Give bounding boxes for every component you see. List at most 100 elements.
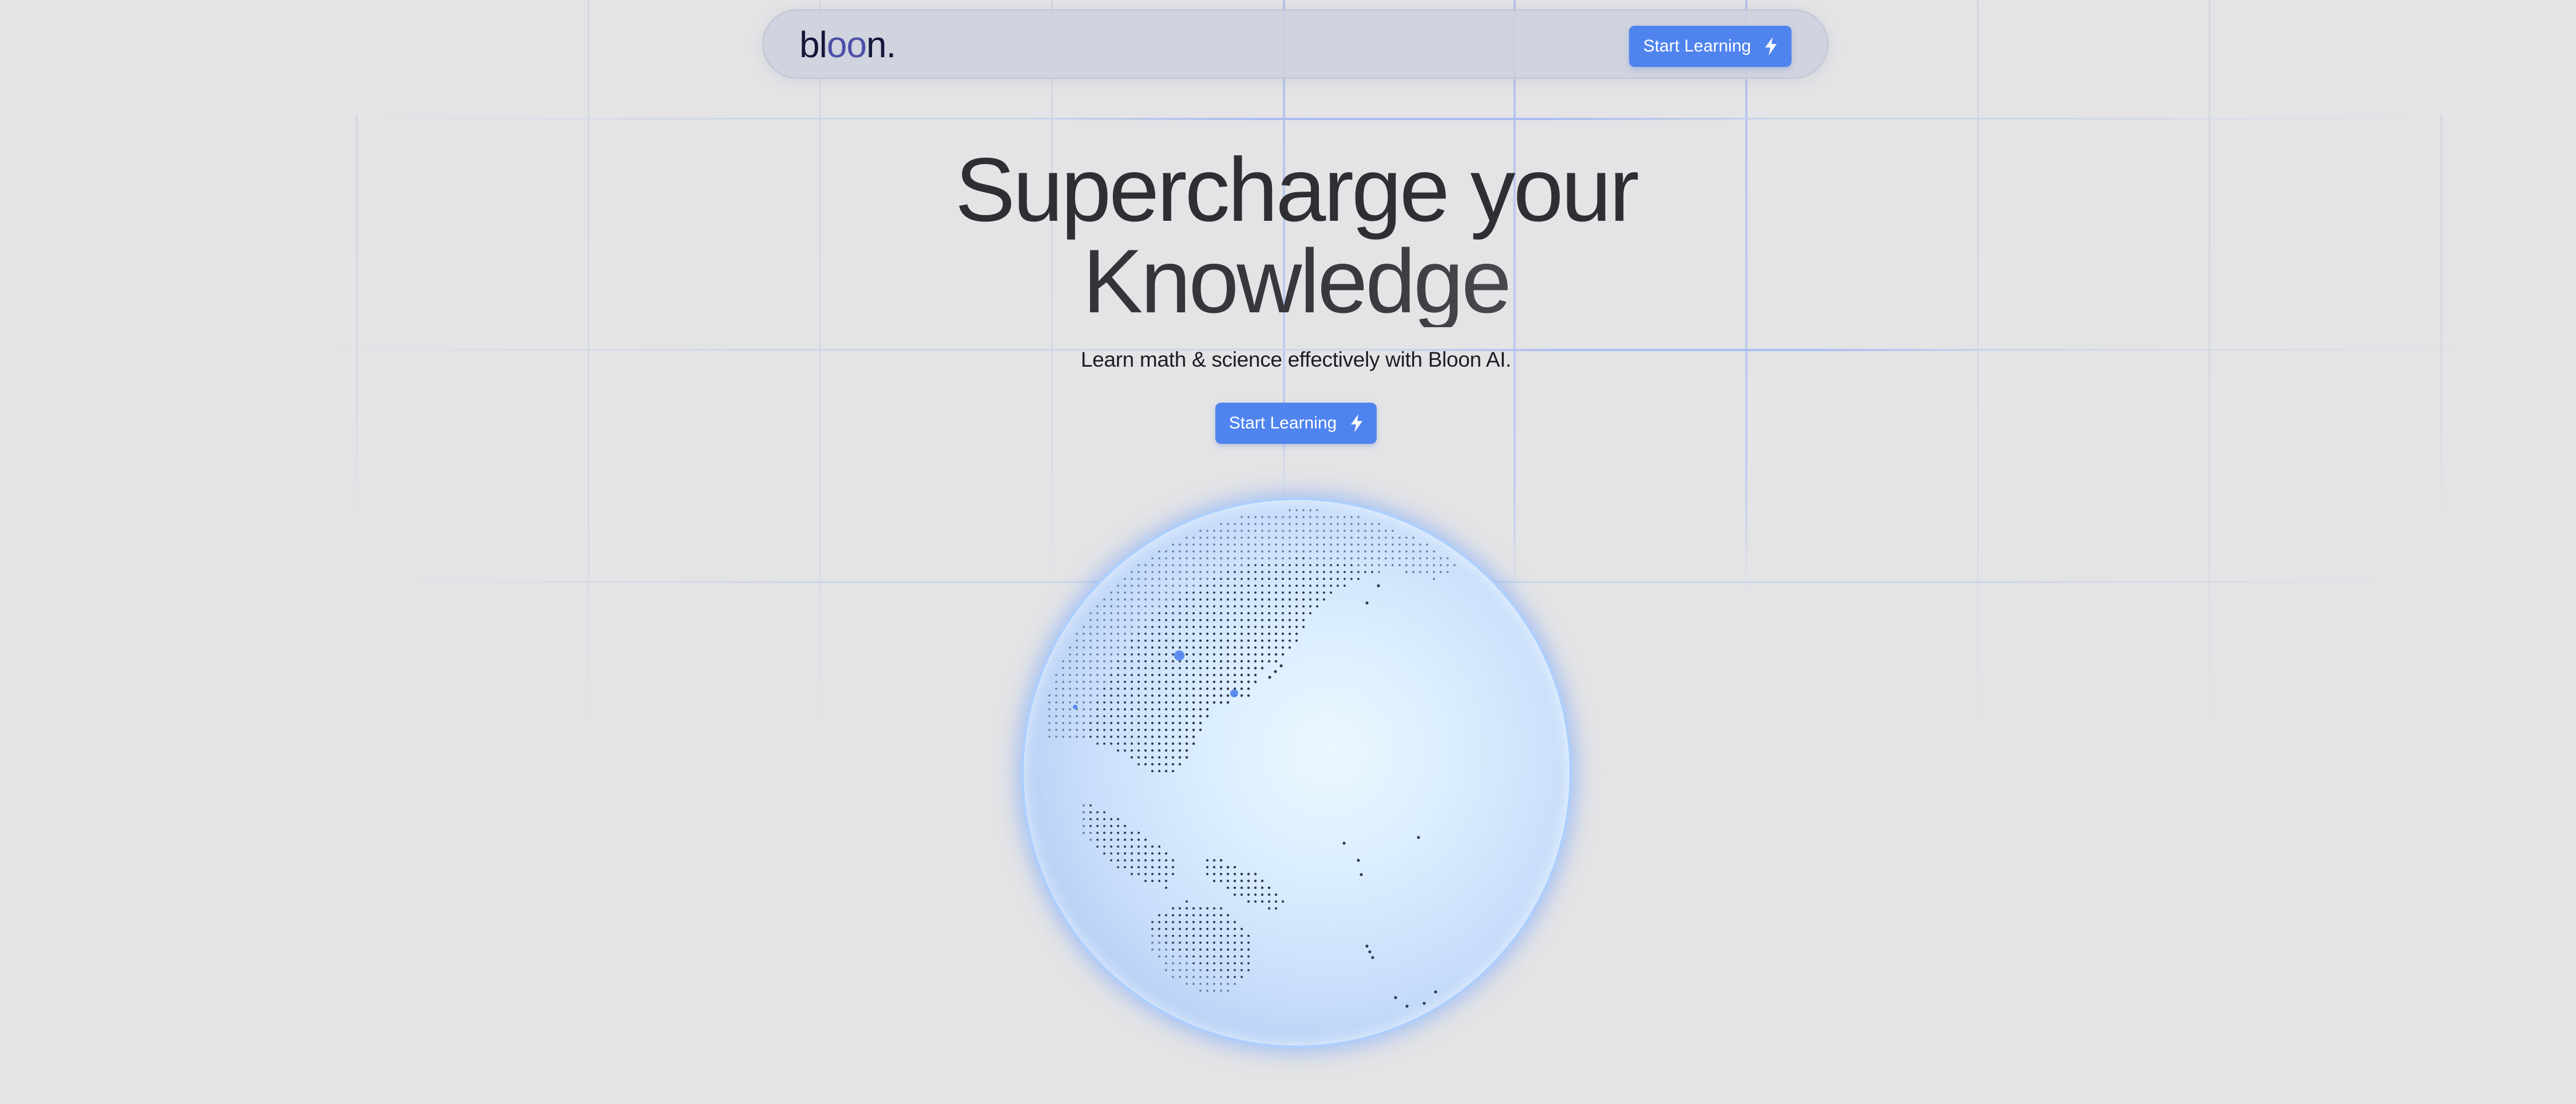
land-dot [1226, 666, 1230, 670]
land-dot [1179, 571, 1181, 573]
land-dot [1419, 557, 1421, 559]
land-dot [1240, 694, 1243, 697]
land-dot [1247, 611, 1250, 615]
land-dot [1206, 687, 1209, 690]
island-dot [1422, 1002, 1426, 1005]
land-dot [1213, 955, 1215, 958]
land-dot [1124, 722, 1126, 724]
land-dot [1295, 632, 1298, 636]
land-dot [1117, 626, 1119, 628]
hero-start-learning-button[interactable]: Start Learning [1215, 403, 1377, 444]
land-dot [1151, 852, 1154, 855]
land-dot [1206, 543, 1208, 546]
land-dot [1288, 646, 1291, 649]
land-dot [1274, 900, 1278, 903]
land-dot [1240, 632, 1243, 636]
land-dot [1048, 736, 1051, 738]
land-dot [1164, 742, 1168, 745]
land-dot [1151, 667, 1154, 669]
land-dot [1096, 701, 1099, 704]
land-dot [1130, 728, 1134, 732]
land-dot [1124, 626, 1126, 628]
land-dot [1268, 523, 1270, 525]
land-dot [1151, 646, 1154, 649]
land-dot [1289, 585, 1291, 587]
land-dot [1268, 537, 1270, 539]
land-dot [1179, 969, 1181, 971]
land-dot [1199, 907, 1202, 910]
land-dot [1103, 845, 1105, 848]
land-dot [1137, 694, 1140, 697]
land-dot [1199, 543, 1202, 546]
land-dot [1206, 619, 1208, 621]
land-dot [1344, 578, 1346, 580]
land-dot [1110, 612, 1112, 614]
land-dot [1219, 632, 1223, 636]
land-dot [1144, 667, 1147, 669]
land-dot [1247, 523, 1250, 525]
bloon-logo[interactable]: bloon. [799, 19, 896, 70]
land-dot [1158, 921, 1160, 923]
land-dot [1069, 660, 1071, 662]
land-dot [1261, 550, 1263, 553]
land-dot [1178, 694, 1182, 697]
land-dot [1138, 646, 1140, 649]
land-dot [1234, 962, 1236, 964]
land-dot [1110, 729, 1112, 731]
land-dot [1254, 680, 1257, 684]
land-dot [1178, 721, 1182, 725]
land-dot [1364, 550, 1366, 553]
land-dot [1185, 701, 1188, 704]
land-dot [1185, 756, 1188, 759]
land-dot [1131, 688, 1133, 690]
land-dot [1199, 666, 1202, 670]
land-dot [1275, 591, 1277, 594]
land-dot [1186, 537, 1188, 539]
land-dot [1062, 701, 1064, 704]
land-dot [1178, 687, 1182, 690]
land-dot [1261, 893, 1264, 896]
land-dot [1247, 941, 1250, 944]
land-dot [1199, 714, 1202, 718]
land-dot [1247, 666, 1250, 670]
land-dot [1083, 832, 1085, 834]
land-dot [1178, 749, 1182, 752]
land-dot [1281, 618, 1285, 622]
land-dot [1233, 618, 1237, 622]
land-dot [1240, 605, 1243, 608]
land-dot [1151, 585, 1154, 587]
land-dot [1110, 591, 1112, 594]
land-dot [1103, 619, 1105, 621]
land-dot [1103, 729, 1105, 731]
land-dot [1220, 983, 1222, 985]
land-dot [1124, 605, 1126, 607]
land-dot [1254, 660, 1257, 663]
land-dot [1295, 564, 1298, 566]
logo-text-suffix: n. [866, 24, 896, 65]
land-dot [1131, 873, 1133, 875]
land-dot [1083, 633, 1085, 635]
land-dot [1131, 619, 1133, 621]
land-dot [1069, 667, 1071, 669]
land-dot [1192, 543, 1195, 546]
land-dot [1357, 550, 1360, 553]
land-dot [1192, 550, 1195, 553]
land-dot [1117, 681, 1119, 683]
land-dot [1083, 825, 1085, 827]
land-dot [1124, 852, 1126, 855]
land-dot [1295, 611, 1298, 615]
land-dot [1178, 735, 1182, 738]
land-dot [1158, 619, 1160, 621]
land-dot [1199, 537, 1202, 539]
land-dot [1158, 708, 1161, 711]
nav-start-learning-button[interactable]: Start Learning [1629, 26, 1792, 67]
land-dot [1274, 598, 1278, 601]
land-dot [1172, 598, 1174, 601]
land-dot [1330, 591, 1332, 594]
land-dot [1158, 578, 1160, 580]
land-dot [1137, 742, 1140, 745]
land-dot [1241, 557, 1243, 559]
land-dot [1385, 564, 1387, 566]
land-dot [1131, 585, 1133, 587]
land-dot [1158, 550, 1160, 553]
